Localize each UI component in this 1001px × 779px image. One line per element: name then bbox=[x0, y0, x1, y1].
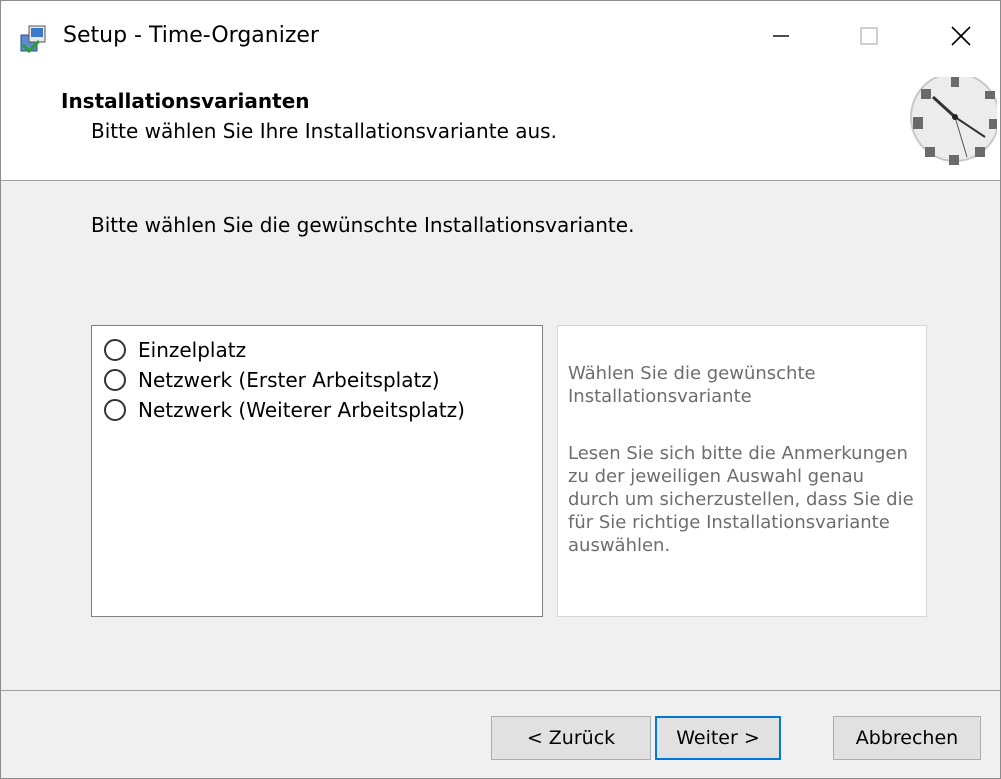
next-button[interactable]: Weiter > bbox=[655, 716, 781, 760]
close-button[interactable] bbox=[937, 15, 985, 61]
page-title: Installationsvarianten bbox=[61, 89, 310, 113]
option-netzwerk-weiterer[interactable]: Netzwerk (Weiterer Arbeitsplatz) bbox=[104, 396, 465, 424]
option-info-panel: Wählen Sie die gewünschte Installationsv… bbox=[557, 325, 927, 617]
option-netzwerk-erster[interactable]: Netzwerk (Erster Arbeitsplatz) bbox=[104, 366, 440, 394]
close-icon bbox=[950, 25, 972, 51]
footer-divider bbox=[1, 690, 1000, 691]
cancel-button[interactable]: Abbrechen bbox=[833, 716, 981, 760]
info-heading: Wählen Sie die gewünschte Installationsv… bbox=[568, 363, 816, 407]
option-einzelplatz[interactable]: Einzelplatz bbox=[104, 336, 246, 364]
option-label: Einzelplatz bbox=[138, 338, 247, 362]
setup-window: Setup - Time-Organizer Installationsvari… bbox=[0, 0, 1001, 779]
minimize-button[interactable] bbox=[757, 15, 805, 61]
option-label: Netzwerk (Weiterer Arbeitsplatz) bbox=[138, 398, 465, 422]
maximize-button[interactable] bbox=[845, 15, 893, 61]
back-button[interactable]: < Zurück bbox=[491, 716, 651, 760]
page-subtitle: Bitte wählen Sie Ihre Installationsvaria… bbox=[91, 119, 557, 143]
minimize-icon bbox=[771, 26, 791, 50]
install-options-list: Einzelplatz Netzwerk (Erster Arbeitsplat… bbox=[91, 325, 543, 617]
radio-button[interactable] bbox=[104, 399, 126, 421]
clock-icon bbox=[885, 72, 1000, 181]
installer-icon bbox=[19, 23, 49, 54]
maximize-icon bbox=[859, 26, 879, 50]
radio-button[interactable] bbox=[104, 339, 126, 361]
intro-text: Bitte wählen Sie die gewünschte Installa… bbox=[91, 213, 635, 237]
title-bar[interactable]: Setup - Time-Organizer bbox=[1, 1, 1000, 77]
window-title: Setup - Time-Organizer bbox=[63, 23, 319, 48]
radio-button[interactable] bbox=[104, 369, 126, 391]
info-description: Lesen Sie sich bitte die Anmerkungen zu … bbox=[568, 443, 914, 556]
wizard-header: Installationsvarianten Bitte wählen Sie … bbox=[1, 72, 1000, 181]
option-label: Netzwerk (Erster Arbeitsplatz) bbox=[138, 368, 440, 392]
